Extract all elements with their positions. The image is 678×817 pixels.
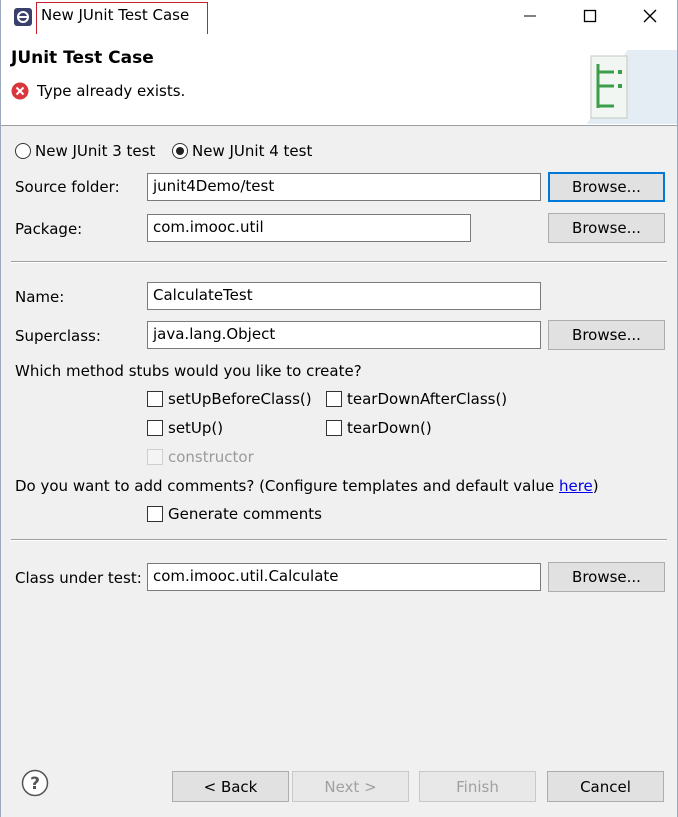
separator bbox=[11, 261, 667, 263]
svg-text:?: ? bbox=[30, 774, 40, 794]
radio-junit3-circle[interactable] bbox=[15, 143, 31, 159]
wizard-footer: ? < Back Next > Finish Cancel bbox=[1, 745, 677, 817]
checkbox-teardownafterclass-label: tearDownAfterClass() bbox=[347, 390, 508, 408]
radio-junit4-circle[interactable] bbox=[172, 143, 188, 159]
radio-junit3[interactable]: New JUnit 3 test bbox=[15, 142, 155, 160]
checkbox-box[interactable] bbox=[326, 420, 342, 436]
banner-message: Type already exists. bbox=[37, 82, 186, 100]
superclass-browse-button[interactable]: Browse... bbox=[548, 320, 665, 350]
separator bbox=[11, 539, 667, 541]
checkbox-box[interactable] bbox=[326, 391, 342, 407]
close-icon bbox=[643, 9, 657, 23]
radio-junit4-label: New JUnit 4 test bbox=[192, 142, 313, 160]
checkbox-generate-comments-label: Generate comments bbox=[168, 505, 322, 523]
class-under-test-label: Class under test: bbox=[15, 569, 142, 587]
checkbox-box bbox=[147, 449, 163, 465]
title-bar: New JUnit Test Case bbox=[1, 0, 677, 40]
package-label: Package: bbox=[15, 220, 83, 238]
checkbox-box[interactable] bbox=[147, 391, 163, 407]
method-stubs-question: Which method stubs would you like to cre… bbox=[15, 362, 362, 380]
maximize-icon bbox=[583, 9, 597, 23]
comments-question-text: Do you want to add comments? (Configure … bbox=[15, 477, 559, 495]
superclass-label: Superclass: bbox=[15, 327, 101, 345]
error-icon bbox=[11, 82, 29, 100]
maximize-button[interactable] bbox=[567, 0, 613, 32]
configure-templates-link[interactable]: here bbox=[559, 477, 593, 495]
radio-junit4[interactable]: New JUnit 4 test bbox=[172, 142, 312, 160]
finish-button[interactable]: Finish bbox=[419, 771, 536, 802]
checkbox-constructor-label: constructor bbox=[168, 448, 254, 466]
name-label: Name: bbox=[15, 288, 65, 306]
checkbox-setup[interactable]: setUp() bbox=[147, 419, 223, 437]
checkbox-setupbeforeclass[interactable]: setUpBeforeClass() bbox=[147, 390, 312, 408]
class-under-test-input[interactable]: com.imooc.util.Calculate bbox=[147, 563, 541, 591]
dialog-window: New JUnit Test Case JUnit Test Case Type… bbox=[0, 0, 678, 817]
checkbox-constructor: constructor bbox=[147, 448, 254, 466]
minimize-button[interactable] bbox=[507, 0, 553, 32]
checkbox-setup-label: setUp() bbox=[168, 419, 224, 437]
name-input[interactable]: CalculateTest bbox=[147, 282, 541, 310]
checkbox-teardown-label: tearDown() bbox=[347, 419, 432, 437]
checkbox-box[interactable] bbox=[147, 506, 163, 522]
eclipse-icon bbox=[14, 8, 32, 26]
junit-wizard-icon bbox=[587, 50, 677, 124]
comments-question-suffix: ) bbox=[592, 477, 599, 495]
comments-question: Do you want to add comments? (Configure … bbox=[15, 477, 599, 495]
checkbox-box[interactable] bbox=[147, 420, 163, 436]
cancel-button[interactable]: Cancel bbox=[547, 771, 664, 802]
radio-junit3-label: New JUnit 3 test bbox=[35, 142, 156, 160]
checkbox-teardown[interactable]: tearDown() bbox=[326, 419, 432, 437]
banner-title: JUnit Test Case bbox=[11, 48, 154, 68]
source-folder-label: Source folder: bbox=[15, 178, 120, 196]
package-browse-button[interactable]: Browse... bbox=[548, 213, 665, 243]
minimize-icon bbox=[524, 15, 536, 17]
checkbox-generate-comments[interactable]: Generate comments bbox=[147, 505, 322, 523]
package-input[interactable]: com.imooc.util bbox=[147, 214, 471, 242]
close-button[interactable] bbox=[627, 0, 673, 32]
checkbox-setupbeforeclass-label: setUpBeforeClass() bbox=[168, 390, 312, 408]
radio-selected-dot bbox=[176, 147, 184, 155]
class-under-test-browse-button[interactable]: Browse... bbox=[548, 562, 665, 592]
checkbox-teardownafterclass[interactable]: tearDownAfterClass() bbox=[326, 390, 507, 408]
source-folder-input[interactable]: junit4Demo/test bbox=[147, 173, 541, 201]
help-icon[interactable]: ? bbox=[21, 769, 49, 797]
wizard-banner: JUnit Test Case Type already exists. bbox=[1, 34, 677, 126]
superclass-input[interactable]: java.lang.Object bbox=[147, 321, 541, 349]
source-folder-browse-button[interactable]: Browse... bbox=[548, 172, 665, 202]
next-button[interactable]: Next > bbox=[292, 771, 409, 802]
back-button[interactable]: < Back bbox=[172, 771, 289, 802]
